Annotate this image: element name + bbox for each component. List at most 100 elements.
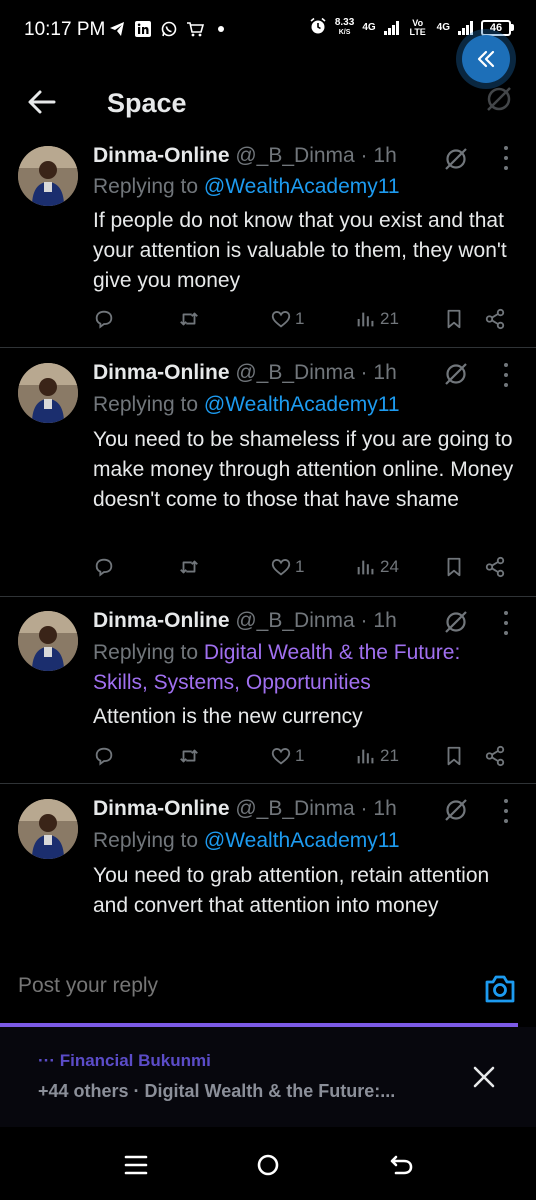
views-button[interactable]: 21 (355, 745, 399, 767)
bookmark-button[interactable] (443, 308, 465, 330)
space-link-line-2[interactable]: Skills, Systems, Opportunities (93, 671, 371, 695)
tweet-actions: 1 21 (0, 308, 536, 336)
avatar[interactable] (18, 799, 78, 859)
reply-button[interactable] (93, 556, 115, 578)
reply-button[interactable] (93, 745, 115, 767)
more-options-icon[interactable] (500, 799, 512, 823)
replying-to: Replying to @WealthAcademy11 (93, 393, 400, 416)
author-name[interactable]: Dinma-Online (93, 609, 230, 632)
reply-button[interactable] (93, 308, 115, 330)
like-count: 1 (295, 309, 305, 328)
share-button[interactable] (484, 308, 506, 330)
mention-link[interactable]: @WealthAcademy11 (204, 829, 400, 852)
page-title: Space (107, 88, 187, 118)
whatsapp-icon (160, 20, 178, 38)
reply-icon (95, 747, 113, 766)
author-handle: @_B_Dinma · 1h (235, 144, 397, 167)
top-app-bar: Space (0, 62, 536, 142)
volte-label: Vo LTE (409, 17, 426, 37)
grok-icon[interactable] (443, 361, 469, 387)
tweet-text: Attention is the new currency (93, 705, 363, 728)
views-icon (357, 312, 374, 327)
avatar[interactable] (18, 611, 78, 671)
tweet[interactable]: Dinma-Online @_B_Dinma · 1h Replying to … (0, 597, 536, 784)
space-subtitle: +44 others · Digital Wealth & the Future… (38, 1081, 396, 1101)
view-count: 21 (380, 309, 399, 328)
bookmark-button[interactable] (443, 556, 465, 578)
like-button[interactable]: 1 (270, 556, 304, 578)
author-handle: @_B_Dinma · 1h (235, 797, 397, 820)
tweet-actions: 1 24 (0, 556, 536, 584)
reply-input[interactable] (18, 974, 438, 998)
collapse-chevrons-icon[interactable] (462, 35, 510, 83)
like-button[interactable]: 1 (270, 308, 304, 330)
home-circle-icon[interactable] (254, 1151, 282, 1179)
recents-menu-icon[interactable] (122, 1151, 150, 1179)
repost-icon (180, 749, 198, 763)
heart-icon (271, 748, 291, 765)
alarm-icon (309, 17, 327, 38)
views-icon (357, 560, 374, 575)
tweet-text: You need to be shameless if you are goin… (93, 428, 514, 511)
repost-icon (180, 560, 198, 574)
battery-level: 46 (481, 19, 511, 36)
author-name[interactable]: Dinma-Online (93, 797, 230, 820)
more-options-icon[interactable] (500, 146, 512, 170)
share-button[interactable] (484, 556, 506, 578)
back-nav-icon[interactable] (388, 1151, 416, 1179)
author-handle: @_B_Dinma · 1h (235, 609, 397, 632)
signal-2-icon (458, 20, 473, 35)
more-options-icon[interactable] (500, 611, 512, 635)
back-arrow-icon[interactable] (26, 86, 58, 118)
bookmark-icon (447, 746, 461, 766)
tweet-header: Dinma-Online @_B_Dinma · 1h (93, 361, 397, 385)
replying-to: Replying to @WealthAcademy11 (93, 829, 400, 852)
space-link[interactable]: Digital Wealth & the Future: (204, 641, 460, 664)
tweet-text: You need to grab attention, retain atten… (93, 864, 490, 917)
mention-link[interactable]: @WealthAcademy11 (204, 393, 400, 416)
repost-icon (180, 312, 198, 326)
reply-composer (0, 952, 536, 1024)
view-count: 21 (380, 746, 399, 765)
reply-icon (95, 310, 113, 329)
repost-button[interactable] (178, 308, 200, 330)
notification-icons (108, 20, 230, 38)
linkedin-icon (134, 20, 152, 38)
tweet[interactable]: Dinma-Online @_B_Dinma · 1h Replying to … (0, 142, 536, 348)
share-icon (485, 745, 505, 767)
network-type-2: 4G (436, 22, 450, 33)
tweet[interactable]: Dinma-Online @_B_Dinma · 1h Replying to … (0, 348, 536, 597)
bookmark-button[interactable] (443, 745, 465, 767)
like-button[interactable]: 1 (270, 745, 304, 767)
bookmark-icon (447, 309, 461, 329)
view-count: 24 (380, 557, 399, 576)
like-count: 1 (295, 746, 305, 765)
share-button[interactable] (484, 745, 506, 767)
network-type-1: 4G (362, 22, 376, 33)
heart-icon (271, 311, 291, 328)
avatar[interactable] (18, 146, 78, 206)
repost-button[interactable] (178, 556, 200, 578)
camera-icon[interactable] (484, 974, 516, 1004)
tweet-actions: 1 21 (0, 745, 536, 773)
replying-to: Replying to @WealthAcademy11 (93, 175, 400, 198)
mention-link[interactable]: @WealthAcademy11 (204, 175, 400, 198)
network-speed: 8.33 K/S (334, 16, 355, 36)
views-button[interactable]: 24 (355, 556, 399, 578)
grok-icon[interactable] (443, 609, 469, 635)
tweet[interactable]: Dinma-Online @_B_Dinma · 1h Replying to … (0, 784, 536, 950)
grok-icon[interactable] (443, 146, 469, 172)
grok-icon[interactable] (443, 797, 469, 823)
author-name[interactable]: Dinma-Online (93, 361, 230, 384)
close-icon[interactable] (470, 1063, 498, 1091)
status-time: 10:17 PM (24, 19, 106, 40)
author-name[interactable]: Dinma-Online (93, 144, 230, 167)
space-dock[interactable]: ··· Financial Bukunmi +44 others · Digit… (0, 1027, 536, 1127)
views-button[interactable]: 21 (355, 308, 399, 330)
avatar[interactable] (18, 363, 78, 423)
more-options-icon[interactable] (500, 363, 512, 387)
dot-icon (212, 20, 230, 38)
repost-button[interactable] (178, 745, 200, 767)
grok-icon[interactable] (484, 84, 514, 114)
share-icon (485, 556, 505, 578)
